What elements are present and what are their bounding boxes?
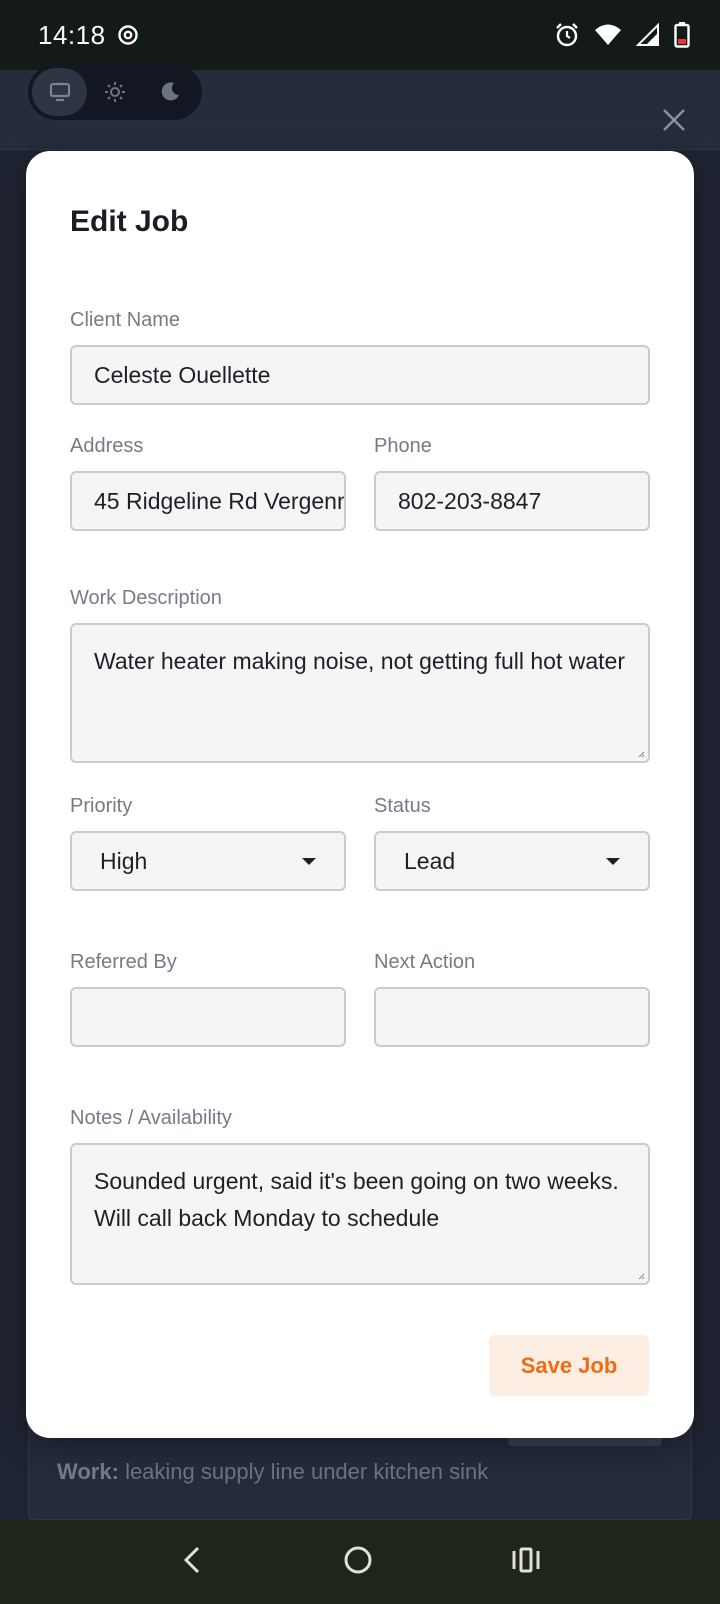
theme-light-button[interactable] xyxy=(87,68,142,116)
back-icon[interactable] xyxy=(178,1544,206,1581)
work-text: leaking supply line under kitchen sink xyxy=(125,1459,489,1484)
priority-label: Priority xyxy=(70,795,133,817)
caret-down-icon xyxy=(606,857,620,865)
theme-dark-button[interactable] xyxy=(143,68,198,116)
referred-by-input[interactable] xyxy=(70,987,346,1047)
close-icon[interactable] xyxy=(660,106,688,134)
job-card-work: Work: leaking supply line under kitchen … xyxy=(57,1454,497,1489)
work-description-label: Work Description xyxy=(70,587,222,609)
alarm-icon xyxy=(554,22,580,48)
system-nav-bar xyxy=(0,1520,720,1604)
signal-icon xyxy=(636,23,660,47)
recents-icon[interactable] xyxy=(510,1544,542,1581)
theme-system-button[interactable] xyxy=(32,68,88,116)
notes-textarea[interactable]: Sounded urgent, said it's been going on … xyxy=(70,1143,650,1285)
caret-down-icon xyxy=(302,857,316,865)
status-select[interactable]: Lead xyxy=(374,831,650,891)
theme-toggle[interactable] xyxy=(28,64,202,120)
home-icon[interactable] xyxy=(342,1544,374,1581)
referred-by-label: Referred By xyxy=(70,951,177,973)
phone-label: Phone xyxy=(374,435,432,457)
client-name-label: Client Name xyxy=(70,309,181,331)
monitor-icon xyxy=(49,82,70,102)
wifi-icon xyxy=(594,23,622,47)
notes-label: Notes / Availability xyxy=(70,1107,232,1129)
settings-gear-icon xyxy=(116,23,140,47)
status-value: Lead xyxy=(404,847,456,874)
status-bar: 14:18 xyxy=(0,0,720,70)
save-job-button[interactable]: Save Job xyxy=(489,1335,649,1396)
status-time: 14:18 xyxy=(38,19,106,50)
priority-value: High xyxy=(100,847,148,874)
priority-select[interactable]: High xyxy=(70,831,346,891)
moon-icon xyxy=(162,82,180,101)
client-name-input[interactable]: Celeste Ouellette xyxy=(70,345,650,405)
work-description-value: Water heater making noise, not getting f… xyxy=(94,648,625,674)
resize-grip-icon[interactable] xyxy=(637,750,645,758)
notes-value: Sounded urgent, said it's been going on … xyxy=(94,1168,619,1231)
next-action-input[interactable] xyxy=(374,987,650,1047)
phone-input[interactable]: 802-203-8847 xyxy=(374,471,650,531)
edit-job-modal: Edit Job Client Name Celeste Ouellette A… xyxy=(26,151,694,1438)
address-label: Address xyxy=(70,435,144,457)
sun-icon xyxy=(104,82,125,102)
battery-low-icon xyxy=(674,22,690,48)
work-label: Work: xyxy=(57,1459,119,1484)
next-action-label: Next Action xyxy=(374,951,476,973)
modal-title: Edit Job xyxy=(70,205,189,238)
work-description-textarea[interactable]: Water heater making noise, not getting f… xyxy=(70,623,650,763)
address-input[interactable]: 45 Ridgeline Rd Vergennes xyxy=(70,471,346,531)
status-label: Status xyxy=(374,795,431,817)
resize-grip-icon[interactable] xyxy=(637,1272,645,1280)
